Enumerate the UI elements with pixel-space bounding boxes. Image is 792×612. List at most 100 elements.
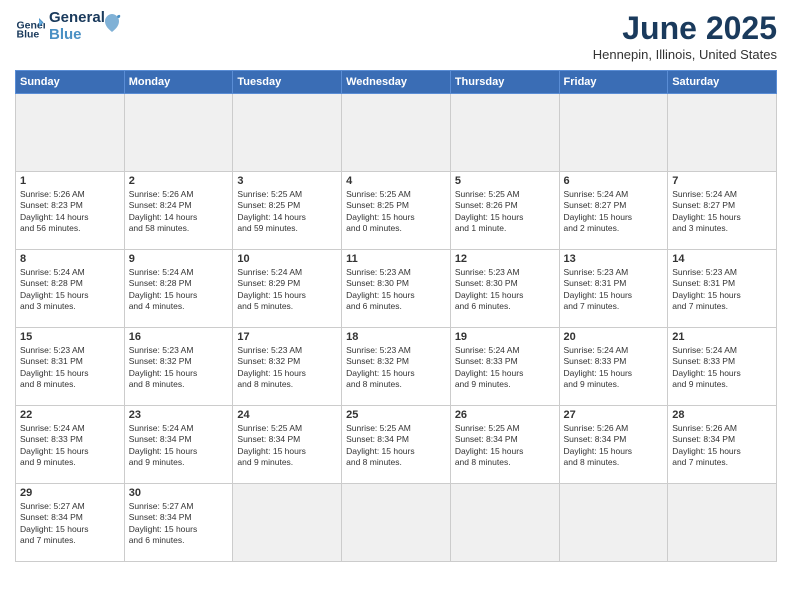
day-info: Sunrise: 5:25 AM Sunset: 8:26 PM Dayligh…	[455, 189, 555, 235]
day-cell	[559, 484, 668, 562]
day-number: 21	[672, 331, 772, 343]
day-number: 2	[129, 175, 229, 187]
week-row-1: 1 Sunrise: 5:26 AM Sunset: 8:23 PM Daylig…	[16, 172, 777, 250]
day-cell: 3Sunrise: 5:25 AM Sunset: 8:25 PM Daylig…	[233, 172, 342, 250]
day-info: Sunrise: 5:24 AM Sunset: 8:29 PM Dayligh…	[237, 267, 337, 313]
day-info: Sunrise: 5:25 AM Sunset: 8:34 PM Dayligh…	[237, 423, 337, 469]
day-cell: 23 Sunrise: 5:24 AM Sunset: 8:34 PM Dayli…	[124, 406, 233, 484]
day-info: Sunrise: 5:24 AM Sunset: 8:28 PM Dayligh…	[20, 267, 120, 313]
day-info: Sunrise: 5:24 AM Sunset: 8:27 PM Dayligh…	[672, 189, 772, 235]
day-info: Sunrise: 5:23 AM Sunset: 8:32 PM Dayligh…	[129, 345, 229, 391]
day-cell: 11 Sunrise: 5:23 AM Sunset: 8:30 PM Dayli…	[342, 250, 451, 328]
day-number: 12	[455, 253, 555, 265]
day-info: Sunrise: 5:26 AM Sunset: 8:34 PM Dayligh…	[672, 423, 772, 469]
header-cell-saturday: Saturday	[668, 71, 777, 94]
day-cell: 19 Sunrise: 5:24 AM Sunset: 8:33 PM Dayli…	[450, 328, 559, 406]
day-cell: 16Sunrise: 5:23 AM Sunset: 8:32 PM Dayli…	[124, 328, 233, 406]
header-cell-wednesday: Wednesday	[342, 71, 451, 94]
day-info: Sunrise: 5:26 AM Sunset: 8:23 PM Dayligh…	[20, 189, 120, 235]
day-info: Sunrise: 5:27 AM Sunset: 8:34 PM Dayligh…	[129, 501, 229, 547]
day-info: Sunrise: 5:23 AM Sunset: 8:32 PM Dayligh…	[346, 345, 446, 391]
logo: General Blue General Blue	[15, 10, 121, 43]
day-cell: 26Sunrise: 5:25 AM Sunset: 8:34 PM Dayli…	[450, 406, 559, 484]
day-number: 4	[346, 175, 446, 187]
day-number: 9	[129, 253, 229, 265]
day-cell: 30 Sunrise: 5:27 AM Sunset: 8:34 PM Dayli…	[124, 484, 233, 562]
day-cell: 12 Sunrise: 5:23 AM Sunset: 8:30 PM Dayli…	[450, 250, 559, 328]
header-cell-thursday: Thursday	[450, 71, 559, 94]
page: General Blue General Blue June 2025 Henn…	[0, 0, 792, 612]
day-cell: 1 Sunrise: 5:26 AM Sunset: 8:23 PM Daylig…	[16, 172, 125, 250]
day-info: Sunrise: 5:24 AM Sunset: 8:27 PM Dayligh…	[564, 189, 664, 235]
day-cell: 20Sunrise: 5:24 AM Sunset: 8:33 PM Dayli…	[559, 328, 668, 406]
day-info: Sunrise: 5:23 AM Sunset: 8:31 PM Dayligh…	[672, 267, 772, 313]
day-cell: 14 Sunrise: 5:23 AM Sunset: 8:31 PM Dayli…	[668, 250, 777, 328]
day-number: 7	[672, 175, 772, 187]
month-title: June 2025	[593, 10, 777, 47]
day-number: 14	[672, 253, 772, 265]
day-info: Sunrise: 5:23 AM Sunset: 8:31 PM Dayligh…	[564, 267, 664, 313]
day-cell	[668, 484, 777, 562]
day-number: 20	[564, 331, 664, 343]
day-cell	[16, 94, 125, 172]
day-number: 11	[346, 253, 446, 265]
day-cell: 18Sunrise: 5:23 AM Sunset: 8:32 PM Dayli…	[342, 328, 451, 406]
day-cell: 5 Sunrise: 5:25 AM Sunset: 8:26 PM Daylig…	[450, 172, 559, 250]
day-cell: 29 Sunrise: 5:27 AM Sunset: 8:34 PM Dayli…	[16, 484, 125, 562]
day-info: Sunrise: 5:27 AM Sunset: 8:34 PM Dayligh…	[20, 501, 120, 547]
day-number: 1	[20, 175, 120, 187]
title-block: June 2025 Hennepin, Illinois, United Sta…	[593, 10, 777, 62]
day-cell	[342, 484, 451, 562]
header-cell-sunday: Sunday	[16, 71, 125, 94]
location: Hennepin, Illinois, United States	[593, 47, 777, 62]
day-cell	[342, 94, 451, 172]
day-number: 17	[237, 331, 337, 343]
week-row-0	[16, 94, 777, 172]
day-number: 26	[455, 409, 555, 421]
day-cell: 10 Sunrise: 5:24 AM Sunset: 8:29 PM Dayli…	[233, 250, 342, 328]
week-row-2: 8Sunrise: 5:24 AM Sunset: 8:28 PM Daylig…	[16, 250, 777, 328]
calendar-header-row: SundayMondayTuesdayWednesdayThursdayFrid…	[16, 71, 777, 94]
svg-text:Blue: Blue	[17, 28, 40, 40]
day-cell: 27 Sunrise: 5:26 AM Sunset: 8:34 PM Dayli…	[559, 406, 668, 484]
logo-line1: General	[49, 10, 105, 27]
day-cell: 25 Sunrise: 5:25 AM Sunset: 8:34 PM Dayli…	[342, 406, 451, 484]
day-cell: 22Sunrise: 5:24 AM Sunset: 8:33 PM Dayli…	[16, 406, 125, 484]
day-info: Sunrise: 5:26 AM Sunset: 8:34 PM Dayligh…	[564, 423, 664, 469]
day-cell: 13 Sunrise: 5:23 AM Sunset: 8:31 PM Dayli…	[559, 250, 668, 328]
day-cell	[124, 94, 233, 172]
day-info: Sunrise: 5:23 AM Sunset: 8:30 PM Dayligh…	[455, 267, 555, 313]
day-number: 19	[455, 331, 555, 343]
day-cell	[450, 94, 559, 172]
day-number: 23	[129, 409, 229, 421]
day-number: 25	[346, 409, 446, 421]
day-number: 29	[20, 487, 120, 499]
day-number: 27	[564, 409, 664, 421]
day-cell: 7 Sunrise: 5:24 AM Sunset: 8:27 PM Daylig…	[668, 172, 777, 250]
day-cell: 4Sunrise: 5:25 AM Sunset: 8:25 PM Daylig…	[342, 172, 451, 250]
logo-icon: General Blue	[15, 12, 45, 42]
day-info: Sunrise: 5:23 AM Sunset: 8:30 PM Dayligh…	[346, 267, 446, 313]
day-cell: 15Sunrise: 5:23 AM Sunset: 8:31 PM Dayli…	[16, 328, 125, 406]
day-info: Sunrise: 5:24 AM Sunset: 8:33 PM Dayligh…	[672, 345, 772, 391]
day-cell	[450, 484, 559, 562]
day-info: Sunrise: 5:23 AM Sunset: 8:31 PM Dayligh…	[20, 345, 120, 391]
header-cell-monday: Monday	[124, 71, 233, 94]
header-cell-tuesday: Tuesday	[233, 71, 342, 94]
calendar-table: SundayMondayTuesdayWednesdayThursdayFrid…	[15, 70, 777, 562]
day-info: Sunrise: 5:24 AM Sunset: 8:33 PM Dayligh…	[455, 345, 555, 391]
day-cell: 2Sunrise: 5:26 AM Sunset: 8:24 PM Daylig…	[124, 172, 233, 250]
day-number: 10	[237, 253, 337, 265]
day-info: Sunrise: 5:24 AM Sunset: 8:28 PM Dayligh…	[129, 267, 229, 313]
day-info: Sunrise: 5:24 AM Sunset: 8:34 PM Dayligh…	[129, 423, 229, 469]
day-number: 24	[237, 409, 337, 421]
day-number: 30	[129, 487, 229, 499]
day-info: Sunrise: 5:25 AM Sunset: 8:34 PM Dayligh…	[346, 423, 446, 469]
day-number: 5	[455, 175, 555, 187]
day-cell: 28Sunrise: 5:26 AM Sunset: 8:34 PM Dayli…	[668, 406, 777, 484]
day-info: Sunrise: 5:24 AM Sunset: 8:33 PM Dayligh…	[20, 423, 120, 469]
day-number: 6	[564, 175, 664, 187]
day-number: 13	[564, 253, 664, 265]
logo-line2: Blue	[49, 27, 105, 44]
header-cell-friday: Friday	[559, 71, 668, 94]
